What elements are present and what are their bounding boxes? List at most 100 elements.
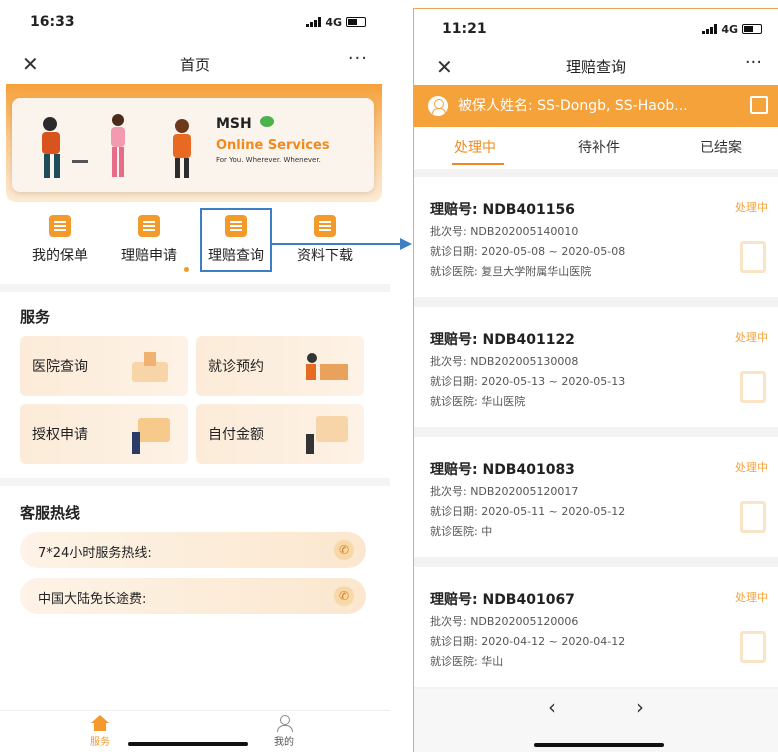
hospital-name: 就诊医院: 复旦大学附属华山医院: [430, 265, 592, 278]
phone-icon: ✆: [334, 540, 354, 560]
visit-date: 就诊日期: 2020-05-11 ~ 2020-05-12: [430, 505, 626, 518]
network-label: 4G: [325, 15, 342, 29]
signal-icon: [306, 17, 322, 27]
hospital-name: 就诊医院: 中: [430, 525, 493, 538]
signal-icon: [702, 24, 718, 34]
claim-item[interactable]: 理赔号: NDB401083 批次号: NDB202005120017 就诊日期…: [414, 437, 778, 557]
batch-number: 批次号: NDB202005120017: [430, 485, 579, 498]
status-indicators: 4G: [702, 23, 762, 36]
back-chevron-icon[interactable]: ‹: [548, 695, 556, 719]
tab-mine[interactable]: 我的: [254, 715, 314, 748]
home-icon: [91, 715, 109, 731]
status-bar: 11:21 4G: [414, 9, 778, 49]
close-icon[interactable]: ✕: [22, 52, 39, 76]
insured-names: 被保人姓名: SS-Dongb, SS-Haob...: [458, 98, 688, 114]
hospital-illustration: [132, 352, 168, 382]
quick-action-claim-apply[interactable]: 理赔申请: [104, 212, 194, 265]
claim-number: 理赔号: NDB401156: [430, 202, 575, 218]
tab-pending-documents[interactable]: 待补件: [578, 137, 620, 157]
more-icon[interactable]: ···: [348, 48, 368, 69]
document-clock-icon: [740, 631, 766, 663]
user-icon: [276, 715, 293, 732]
hotline-24h[interactable]: 7*24小时服务热线: ✆: [20, 532, 366, 568]
claim-item[interactable]: 理赔号: NDB401067 批次号: NDB202005120006 就诊日期…: [414, 567, 778, 687]
page-title: 理赔查询: [565, 58, 626, 76]
phone-icon: ✆: [334, 586, 354, 606]
battery-icon: [346, 17, 366, 27]
home-screen: 16:33 4G ✕ 首页 ··· MSH Online Services Fo…: [0, 0, 390, 752]
tab-label: 我的: [274, 737, 294, 748]
tab-label: 服务: [90, 737, 110, 748]
more-icon[interactable]: ···: [745, 45, 762, 81]
status-badge: 处理中: [735, 591, 768, 604]
claim-number: 理赔号: NDB401083: [430, 462, 575, 478]
batch-number: 批次号: NDB202005130008: [430, 355, 579, 368]
tab-service[interactable]: 服务: [70, 715, 130, 748]
claim-list: 理赔号: NDB401156 批次号: NDB202005140010 就诊日期…: [414, 169, 778, 689]
authorization-illustration: [132, 418, 170, 454]
page-title: 首页: [179, 55, 210, 74]
hospital-name: 就诊医院: 华山医院: [430, 395, 526, 408]
battery-icon: [742, 24, 762, 34]
home-indicator: [534, 743, 664, 747]
batch-number: 批次号: NDB202005120006: [430, 615, 579, 628]
status-time: 11:21: [442, 21, 487, 37]
status-badge: 处理中: [735, 461, 768, 474]
banner-brand: MSH: [216, 116, 252, 132]
highlight-box: [200, 208, 272, 272]
quick-action-label: 理赔申请: [121, 248, 177, 264]
document-clock-icon: [740, 241, 766, 273]
menu-grid-icon[interactable]: [750, 96, 768, 114]
promo-banner[interactable]: MSH Online Services For You. Wherever. W…: [12, 98, 374, 192]
claim-number: 理赔号: NDB401122: [430, 332, 575, 348]
hotline-label: 7*24小时服务热线:: [38, 546, 152, 561]
service-label: 自付金额: [208, 427, 264, 443]
insured-bar[interactable]: 被保人姓名: SS-Dongb, SS-Haob...: [414, 85, 778, 127]
service-card-appointment[interactable]: 就诊预约: [196, 336, 364, 396]
appointment-illustration: [306, 353, 348, 380]
quick-action-my-policy[interactable]: 我的保单: [15, 212, 105, 265]
status-indicators: 4G: [306, 16, 366, 29]
tab-closed[interactable]: 已结案: [700, 137, 742, 157]
tab-processing[interactable]: 处理中: [454, 137, 496, 157]
notification-dot: [184, 267, 189, 272]
claim-item[interactable]: 理赔号: NDB401156 批次号: NDB202005140010 就诊日期…: [414, 177, 778, 297]
claim-item[interactable]: 理赔号: NDB401122 批次号: NDB202005130008 就诊日期…: [414, 307, 778, 427]
section-divider: [0, 284, 390, 292]
hotline-toll-free[interactable]: 中国大陆免长途费: ✆: [20, 578, 366, 614]
service-card-copay[interactable]: 自付金额: [196, 404, 364, 464]
banner-subtitle: Online Services: [216, 138, 330, 153]
service-card-hospital[interactable]: 医院查询: [20, 336, 188, 396]
hotline-title: 客服热线: [20, 504, 81, 522]
claim-query-screen: 11:21 4G ✕ 理赔查询 ··· 被保人姓名: SS-Dongb, SS-…: [413, 8, 778, 752]
annotation-arrow: [272, 238, 412, 250]
hospital-name: 就诊医院: 华山: [430, 655, 504, 668]
services-title: 服务: [20, 308, 51, 326]
service-card-authorization[interactable]: 授权申请: [20, 404, 188, 464]
status-tabs: 处理中 待补件 已结案: [414, 127, 778, 167]
document-clock-icon: [740, 501, 766, 533]
document-clock-icon: [740, 371, 766, 403]
batch-number: 批次号: NDB202005140010: [430, 225, 579, 238]
forward-chevron-icon[interactable]: ›: [636, 695, 644, 719]
wechat-icon: [260, 116, 274, 127]
status-badge: 处理中: [735, 201, 768, 214]
quick-action-label: 我的保单: [32, 248, 88, 264]
home-indicator: [128, 742, 248, 746]
people-illustration: [42, 114, 191, 178]
user-icon: [428, 96, 448, 116]
status-time: 16:33: [30, 14, 75, 30]
browser-pager: ‹ ›: [414, 689, 778, 752]
visit-date: 就诊日期: 2020-05-13 ~ 2020-05-13: [430, 375, 626, 388]
claim-number: 理赔号: NDB401067: [430, 592, 575, 608]
close-icon[interactable]: ✕: [436, 49, 453, 85]
visit-date: 就诊日期: 2020-04-12 ~ 2020-04-12: [430, 635, 626, 648]
top-navbar: ✕ 理赔查询 ···: [414, 49, 778, 85]
service-label: 医院查询: [32, 359, 88, 375]
bottom-tabbar: 服务 我的: [0, 710, 390, 752]
status-badge: 处理中: [735, 331, 768, 344]
status-bar: 16:33 4G: [0, 0, 390, 44]
banner-area: MSH Online Services For You. Wherever. W…: [6, 84, 382, 202]
visit-date: 就诊日期: 2020-05-08 ~ 2020-05-08: [430, 245, 626, 258]
copay-illustration: [306, 416, 348, 454]
